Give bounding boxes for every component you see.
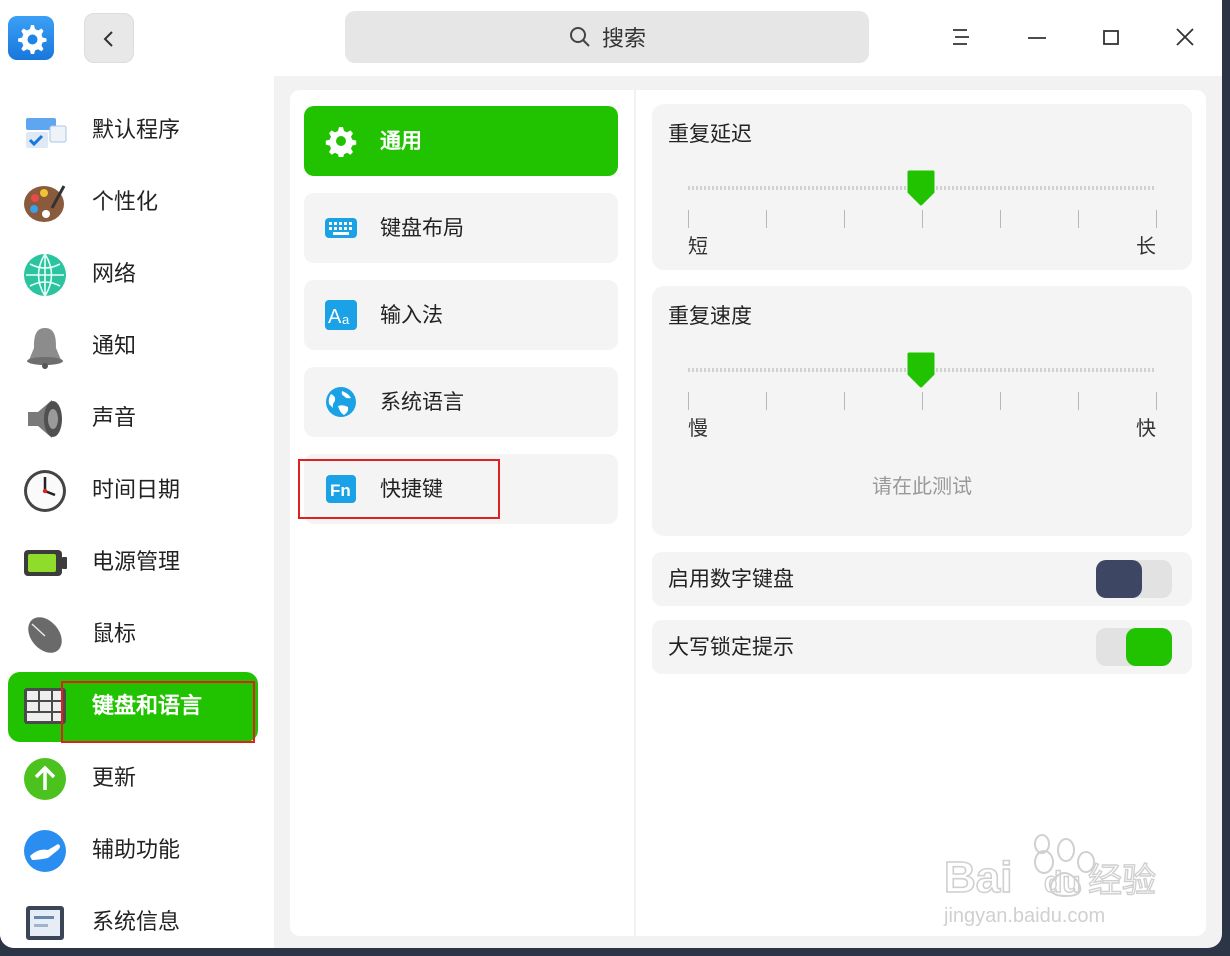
capslock-hint-label: 大写锁定提示 (668, 635, 794, 659)
globe-icon (326, 387, 356, 417)
gear-icon (325, 127, 357, 157)
sidebar-item-personalization[interactable]: 个性化 (8, 168, 258, 238)
toggle-knob (1126, 628, 1172, 666)
sidebar-item-accessibility[interactable]: 辅助功能 (8, 816, 258, 886)
numlock-toggle[interactable] (1096, 560, 1172, 598)
menu-icon (953, 29, 969, 45)
repeat-delay-slider-handle[interactable] (906, 170, 936, 206)
repeat-rate-card: 重复速度 慢 快 请在此测试 (652, 286, 1192, 536)
sidebar-item-mouse[interactable]: 鼠标 (8, 600, 258, 670)
control-center-icon (8, 16, 54, 60)
sidebar: 默认程序 个性化 网络 通知 声音 时间日期 电源管理 鼠标 键盘和语言 更新 … (0, 76, 274, 948)
network-globe-icon (24, 253, 66, 297)
update-arrow-icon (24, 758, 66, 800)
battery-icon (24, 550, 67, 576)
slider-tick (844, 210, 845, 228)
input-method-icon: A a (325, 300, 357, 330)
search-placeholder: 搜索 (601, 27, 646, 52)
svg-text:经验: 经验 (1088, 861, 1156, 901)
repeat-delay-card: 重复延迟 短 长 (652, 104, 1192, 270)
search-icon (569, 27, 590, 47)
search-box[interactable]: 搜索 (345, 11, 869, 63)
sidebar-item-power[interactable]: 电源管理 (8, 528, 258, 598)
clock-icon (24, 470, 66, 512)
sidebar-item-notification[interactable]: 通知 (8, 312, 258, 382)
default-apps-icon (26, 118, 67, 148)
slider-tick (1000, 210, 1001, 228)
baidu-jingyan-watermark: Bai du 经验 jingyan.baidu.com (940, 826, 1170, 930)
slider-tick (1000, 392, 1001, 410)
sidebar-item-network[interactable]: 网络 (8, 240, 258, 310)
highlight-keyboard-language (61, 681, 255, 743)
submenu-general[interactable]: 通用 (304, 106, 618, 176)
slider-tick (766, 210, 767, 228)
repeat-test-field[interactable]: 请在此测试 (652, 470, 1192, 499)
slider-tick (1078, 210, 1079, 228)
repeat-delay-title: 重复延迟 (668, 122, 752, 146)
bell-icon (27, 328, 63, 369)
slider-tick (844, 392, 845, 410)
slider-tick (1156, 392, 1157, 410)
svg-text:du: du (1044, 866, 1081, 899)
svg-text:A: A (328, 306, 342, 328)
system-info-icon (26, 906, 64, 940)
submenu-input-method[interactable]: A a 输入法 (304, 280, 618, 350)
slider-tick (1156, 210, 1157, 228)
sidebar-item-default-apps[interactable]: 默认程序 (8, 96, 258, 166)
speaker-icon (28, 400, 62, 438)
minimize-icon (1028, 37, 1046, 39)
sidebar-item-sound[interactable]: 声音 (8, 384, 258, 454)
mouse-icon (28, 617, 62, 653)
back-button[interactable] (84, 13, 134, 63)
submenu-keyboard-layout[interactable]: 键盘布局 (304, 193, 618, 263)
slider-tick (688, 392, 689, 410)
capslock-hint-row: 大写锁定提示 (652, 620, 1192, 674)
slider-tick (922, 392, 923, 410)
numlock-label: 启用数字键盘 (668, 567, 794, 591)
minimize-button[interactable] (1022, 22, 1052, 52)
slider-tick (922, 210, 923, 228)
settings-window: 搜索 默认程序 个性化 网络 通知 声音 时间日期 电源管理 鼠标 键盘和语言 … (0, 0, 1222, 948)
repeat-rate-max-label: 快 (1136, 416, 1156, 440)
title-bar: 搜索 (0, 0, 1222, 76)
maximize-icon (1103, 30, 1119, 45)
close-icon (1176, 28, 1194, 46)
highlight-shortcuts (298, 459, 500, 519)
capslock-hint-toggle[interactable] (1096, 628, 1172, 666)
svg-text:Bai: Bai (944, 853, 1012, 902)
slider-tick (1078, 392, 1079, 410)
general-settings-panel: 重复延迟 短 长 重复速度 慢 快 请在此测试 启用数字键盘 大写锁定提示 (636, 90, 1206, 936)
sidebar-item-system-info[interactable]: 系统信息 (8, 888, 258, 948)
keyboard-icon (325, 218, 357, 238)
repeat-rate-title: 重复速度 (668, 304, 752, 328)
submenu-system-language[interactable]: 系统语言 (304, 367, 618, 437)
sidebar-item-update[interactable]: 更新 (8, 744, 258, 814)
palette-icon (24, 185, 66, 222)
sidebar-item-datetime[interactable]: 时间日期 (8, 456, 258, 526)
toggle-knob (1096, 560, 1142, 598)
repeat-rate-min-label: 慢 (688, 416, 708, 440)
slider-tick (766, 392, 767, 410)
svg-text:a: a (342, 312, 350, 327)
repeat-delay-max-label: 长 (1136, 234, 1156, 258)
close-button[interactable] (1170, 22, 1200, 52)
maximize-button[interactable] (1096, 22, 1126, 52)
baidu-watermark-logo: Bai du 经验 jingyan.baidu.com (943, 834, 1157, 927)
svg-text:jingyan.baidu.com: jingyan.baidu.com (943, 905, 1105, 927)
repeat-rate-slider-handle[interactable] (906, 352, 936, 388)
numlock-row: 启用数字键盘 (652, 552, 1192, 606)
menu-button[interactable] (946, 22, 976, 52)
accessibility-hand-icon (24, 830, 66, 872)
chevron-left-icon (103, 31, 113, 47)
slider-tick (688, 210, 689, 228)
repeat-delay-min-label: 短 (688, 234, 708, 258)
